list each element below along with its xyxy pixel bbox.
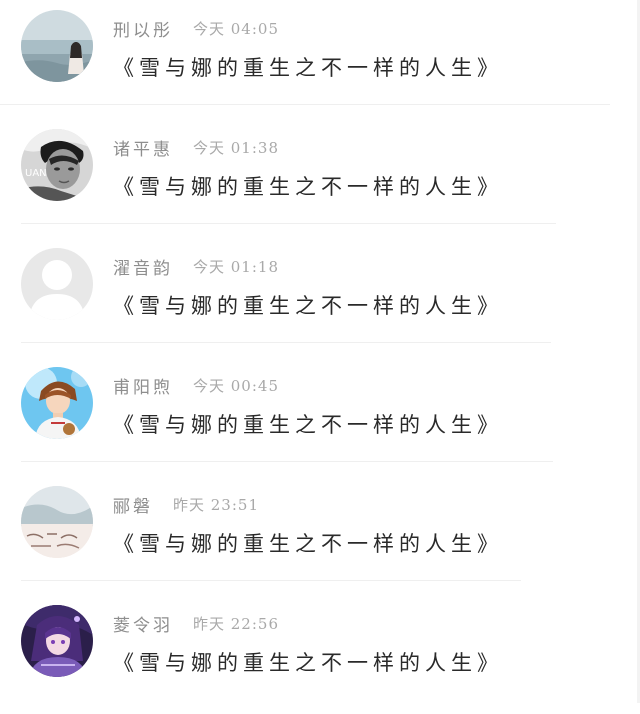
svg-text:UAN: UAN [25,168,47,179]
comment-item[interactable]: UAN 诸平惠 今天 01:38 《雪与娜的重生之不一样的人生》 [0,119,640,238]
comment-time: 今天 01:38 [193,138,279,157]
comment-time: 今天 01:18 [193,257,279,276]
avatar-anime-boy-icon[interactable] [21,367,93,439]
avatar-default-placeholder-icon[interactable] [21,248,93,320]
comment-author[interactable]: 诸平惠 [113,135,173,160]
comment-item[interactable]: 甫阳煦 今天 00:45 《雪与娜的重生之不一样的人生》 [0,357,640,476]
comment-text: 《雪与娜的重生之不一样的人生》 [113,532,503,556]
comment-meta: 菱令羽 昨天 22:56 [113,611,279,636]
comment-text: 《雪与娜的重生之不一样的人生》 [113,651,503,675]
comment-author[interactable]: 菱令羽 [113,611,173,636]
divider [21,223,556,224]
comment-meta: 刑以彤 今天 04:05 [113,16,279,41]
divider [21,461,553,462]
comment-text: 《雪与娜的重生之不一样的人生》 [113,413,503,437]
comment-item[interactable]: 濯音韵 今天 01:18 《雪与娜的重生之不一样的人生》 [0,238,640,357]
comment-author[interactable]: 甫阳煦 [113,373,173,398]
comment-time: 今天 00:45 [193,376,279,395]
comment-author[interactable]: 郦磐 [113,492,153,517]
comment-meta: 郦磐 昨天 23:51 [113,492,259,517]
comment-text: 《雪与娜的重生之不一样的人生》 [113,56,503,80]
avatar-bw-portrait-icon[interactable]: UAN [21,129,93,201]
divider [21,580,521,581]
avatar-handwriting-photo-icon[interactable] [21,486,93,558]
comment-meta: 濯音韵 今天 01:18 [113,254,279,279]
comment-text: 《雪与娜的重生之不一样的人生》 [113,175,503,199]
comment-item[interactable]: 刑以彤 今天 04:05 《雪与娜的重生之不一样的人生》 [0,0,640,119]
comment-item[interactable]: 郦磐 昨天 23:51 《雪与娜的重生之不一样的人生》 [0,476,640,595]
divider [21,342,551,343]
comment-time: 今天 04:05 [193,19,279,38]
comment-time: 昨天 22:56 [193,614,279,633]
comment-author[interactable]: 濯音韵 [113,254,173,279]
comment-feed: 刑以彤 今天 04:05 《雪与娜的重生之不一样的人生》 UAN 诸平惠 今天 [0,0,640,703]
comment-meta: 甫阳煦 今天 00:45 [113,373,279,398]
divider [0,104,610,105]
comment-item[interactable]: 菱令羽 昨天 22:56 《雪与娜的重生之不一样的人生》 [0,595,640,714]
comment-time: 昨天 23:51 [173,495,259,514]
comment-meta: 诸平惠 今天 01:38 [113,135,279,160]
avatar-seaside-girl-icon[interactable] [21,10,93,82]
comment-author[interactable]: 刑以彤 [113,16,173,41]
avatar-anime-purple-icon[interactable] [21,605,93,677]
comment-text: 《雪与娜的重生之不一样的人生》 [113,294,503,318]
